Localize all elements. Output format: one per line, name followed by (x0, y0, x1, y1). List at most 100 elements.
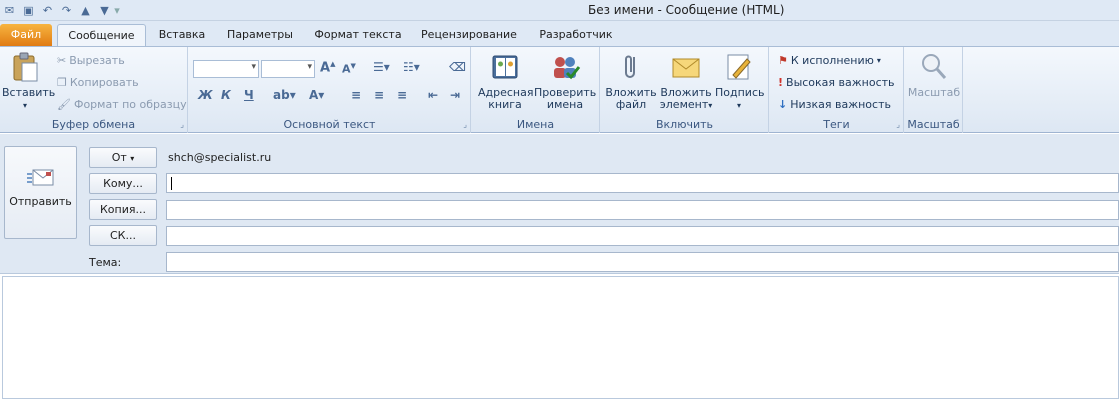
check-names-icon (554, 57, 581, 80)
group-tags: ⚑ К исполнению ▾ ! Высокая важность ↓ Ни… (770, 47, 904, 133)
paperclip-icon (625, 55, 635, 78)
chevron-down-icon: ▾ (22, 101, 27, 110)
tab-message[interactable]: Сообщение (57, 24, 146, 46)
group-label-clipboard: Буфер обмена (51, 118, 136, 131)
chevron-down-icon: ▾ (130, 154, 135, 163)
chevron-down-icon: ▾ (876, 56, 881, 65)
address-book-icon (492, 55, 518, 79)
paste-button[interactable]: Вставить ▾ (2, 51, 55, 112)
attach-item-button[interactable]: Вложить элемент▾ (659, 51, 713, 112)
group-label-tags: Теги (823, 118, 850, 131)
scissors-icon: ✂ (57, 54, 67, 67)
group-zoom: Масштаб Масштаб (905, 47, 963, 133)
zoom-button[interactable]: Масштаб (907, 51, 961, 99)
cut-label: Вырезать (69, 54, 125, 67)
tab-insert[interactable]: Вставка (156, 24, 208, 46)
attach-item-label-2: элемент (659, 98, 709, 111)
align-center-icon[interactable]: ≡ (374, 88, 384, 102)
group-label-basic-text: Основной текст (283, 118, 376, 131)
window-title: Без имени - Сообщение (HTML) (588, 3, 785, 17)
subject-field[interactable] (166, 252, 1119, 272)
send-button[interactable]: Отправить (4, 146, 77, 239)
to-button[interactable]: Кому... (89, 173, 157, 194)
arrow-down-icon[interactable]: ▼ (95, 2, 114, 19)
align-right-icon[interactable]: ≡ (397, 88, 407, 102)
increase-indent-icon[interactable]: ⇥ (450, 88, 460, 102)
font-name-combo[interactable] (193, 60, 259, 78)
format-painter-label: Формат по образцу (73, 98, 187, 111)
tab-developer[interactable]: Разработчик (535, 24, 617, 46)
save-icon[interactable]: ▣ (19, 2, 38, 19)
arrow-down-icon: ↓ (778, 98, 788, 111)
align-left-icon[interactable]: ≡ (351, 88, 361, 102)
follow-up-button[interactable]: ⚑ К исполнению ▾ (778, 52, 881, 70)
check-names-button[interactable]: Проверить имена (534, 51, 596, 111)
numbering-icon[interactable]: ☷▾ (403, 60, 420, 74)
check-names-label-2: имена (546, 98, 584, 111)
bcc-field[interactable] (166, 226, 1119, 246)
copy-label: Копировать (69, 76, 139, 89)
tab-file[interactable]: Файл (0, 24, 52, 46)
to-field[interactable] (166, 173, 1119, 193)
title-bar: ✉ ▣ ↶ ↷ ▲ ▼ ▾ Без имени - Сообщение (HTM… (0, 0, 1119, 21)
exclamation-icon: ! (778, 76, 784, 89)
group-basic-text: A▲ A▼ ☰▾ ☷▾ ⌫ Ж К Ч ab▾ A▾ ≡ ≡ ≡ ⇤ ⇥ Осн… (189, 47, 471, 133)
tab-review[interactable]: Рецензирование (417, 24, 521, 46)
magnifier-icon (922, 54, 947, 79)
clear-formatting-icon[interactable]: ⌫ (449, 60, 466, 74)
address-book-button[interactable]: Адресная книга (478, 51, 533, 111)
message-body[interactable] (2, 276, 1119, 399)
decrease-indent-icon[interactable]: ⇤ (428, 88, 438, 102)
bold-button[interactable]: Ж (198, 88, 213, 102)
clipboard-icon (13, 52, 38, 82)
group-names: Адресная книга Проверить имена Имена (472, 47, 600, 133)
high-importance-label: Высокая важность (786, 76, 895, 89)
send-icon (26, 169, 53, 186)
tab-options[interactable]: Параметры (224, 24, 296, 46)
from-button[interactable]: От ▾ (89, 147, 157, 168)
low-importance-label: Низкая важность (790, 98, 891, 111)
dialog-launcher-icon[interactable]: ⌟ (896, 120, 900, 129)
signature-icon (727, 54, 751, 80)
underline-button[interactable]: Ч (244, 88, 254, 102)
dialog-launcher-icon[interactable]: ⌟ (463, 120, 467, 129)
shrink-font-icon[interactable]: A▼ (342, 62, 356, 76)
dialog-launcher-icon[interactable]: ⌟ (180, 120, 184, 129)
cc-field[interactable] (166, 200, 1119, 220)
text-caret (171, 177, 172, 190)
envelope-icon (672, 58, 700, 78)
undo-icon[interactable]: ↶ (38, 2, 57, 19)
address-book-label-2: книга (488, 98, 522, 111)
customize-qat-icon[interactable]: ▾ (114, 2, 120, 19)
copy-icon: ❐ (57, 76, 67, 89)
group-include: Вложить файл Вложить элемент▾ Подпись ▾ … (601, 47, 769, 133)
group-clipboard: Вставить ▾ ✂ Вырезать ❐ Копировать 🖌 Фор… (0, 47, 188, 133)
group-label-include: Включить (655, 118, 714, 131)
tab-format-text[interactable]: Формат текста (312, 24, 404, 46)
copy-button[interactable]: ❐ Копировать (57, 74, 139, 92)
low-importance-button[interactable]: ↓ Низкая важность (778, 96, 891, 114)
bcc-button[interactable]: СК... (89, 225, 157, 246)
redo-icon[interactable]: ↷ (57, 2, 76, 19)
subject-label: Тема: (89, 256, 122, 269)
attach-file-label-2: файл (615, 98, 647, 111)
signature-button[interactable]: Подпись ▾ (715, 51, 765, 112)
font-color-icon[interactable]: A▾ (309, 88, 324, 102)
arrow-up-icon[interactable]: ▲ (76, 2, 95, 19)
grow-font-icon[interactable]: A▲ (320, 60, 335, 75)
cc-button[interactable]: Копия... (89, 199, 157, 220)
bullets-icon[interactable]: ☰▾ (373, 60, 390, 74)
format-painter-button[interactable]: 🖌 Формат по образцу (57, 96, 187, 114)
highlight-icon[interactable]: ab▾ (273, 88, 296, 102)
ribbon: Вставить ▾ ✂ Вырезать ❐ Копировать 🖌 Фор… (0, 46, 1119, 133)
attach-file-button[interactable]: Вложить файл (605, 51, 657, 111)
italic-button[interactable]: К (221, 88, 231, 102)
quick-access-toolbar: ✉ ▣ ↶ ↷ ▲ ▼ ▾ (0, 1, 120, 20)
high-importance-button[interactable]: ! Высокая важность (778, 74, 895, 92)
group-label-names: Имена (516, 118, 555, 131)
paste-label: Вставить (2, 86, 56, 99)
font-size-combo[interactable] (261, 60, 315, 78)
brush-icon: 🖌 (57, 98, 71, 111)
signature-label: Подпись (715, 86, 765, 99)
cut-button[interactable]: ✂ Вырезать (57, 52, 125, 70)
